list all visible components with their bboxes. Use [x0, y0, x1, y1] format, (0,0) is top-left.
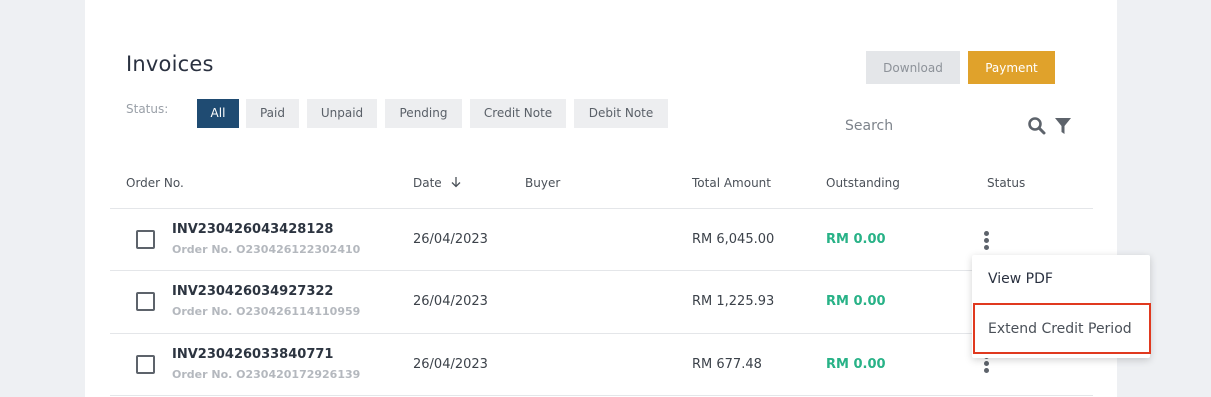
- table-row: INV230426033840771 Order No. O2304201729…: [85, 334, 1117, 396]
- status-filter-label: Status:: [126, 102, 169, 116]
- page-title: Invoices: [126, 52, 214, 76]
- column-header-total-amount: Total Amount: [692, 176, 771, 190]
- kebab-menu-icon[interactable]: [983, 231, 991, 252]
- order-number: Order No. O230426114110959: [172, 305, 361, 318]
- filter-chip-paid[interactable]: Paid: [246, 99, 299, 128]
- table-divider: [110, 395, 1093, 396]
- column-header-outstanding: Outstanding: [826, 176, 900, 190]
- row-checkbox[interactable]: [136, 292, 155, 311]
- outstanding-amount: RM 0.00: [826, 294, 886, 309]
- invoice-date: 26/04/2023: [413, 294, 488, 309]
- outstanding-amount: RM 0.00: [826, 357, 886, 372]
- invoice-number[interactable]: INV230426033840771: [172, 347, 333, 362]
- search-input[interactable]: Search: [845, 118, 1015, 134]
- column-header-order-no: Order No.: [126, 176, 184, 190]
- search-icon[interactable]: [1027, 116, 1047, 140]
- outstanding-amount: RM 0.00: [826, 232, 886, 247]
- total-amount: RM 677.48: [692, 357, 762, 372]
- download-button[interactable]: Download: [866, 51, 960, 84]
- invoice-date: 26/04/2023: [413, 357, 488, 372]
- invoice-number[interactable]: INV230426034927322: [172, 284, 333, 299]
- column-header-date[interactable]: Date: [413, 176, 462, 190]
- invoices-panel: Invoices Download Payment Status: All Pa…: [85, 0, 1117, 397]
- order-number: Order No. O230426122302410: [172, 243, 361, 256]
- filter-chip-credit-note[interactable]: Credit Note: [470, 99, 566, 128]
- table-row: INV230426034927322 Order No. O2304261141…: [85, 271, 1117, 333]
- filter-chip-debit-note[interactable]: Debit Note: [574, 99, 668, 128]
- row-checkbox[interactable]: [136, 355, 155, 374]
- filter-chip-pending[interactable]: Pending: [385, 99, 462, 128]
- payment-button[interactable]: Payment: [968, 51, 1055, 84]
- column-header-date-label: Date: [413, 176, 442, 190]
- total-amount: RM 6,045.00: [692, 232, 775, 247]
- total-amount: RM 1,225.93: [692, 294, 775, 309]
- column-header-status: Status: [987, 176, 1026, 190]
- row-checkbox[interactable]: [136, 230, 155, 249]
- filter-icon[interactable]: [1054, 116, 1072, 140]
- filter-chip-all[interactable]: All: [197, 99, 239, 128]
- filter-chip-unpaid[interactable]: Unpaid: [307, 99, 377, 128]
- table-row: INV230426043428128 Order No. O2304261223…: [85, 209, 1117, 271]
- order-number: Order No. O230420172926139: [172, 368, 361, 381]
- invoice-date: 26/04/2023: [413, 232, 488, 247]
- column-header-buyer: Buyer: [525, 176, 561, 190]
- invoice-number[interactable]: INV230426043428128: [172, 222, 333, 237]
- sort-arrow-down-icon: [451, 177, 460, 188]
- selection-highlight: [973, 303, 1151, 354]
- menu-item-view-pdf[interactable]: View PDF: [988, 271, 1053, 287]
